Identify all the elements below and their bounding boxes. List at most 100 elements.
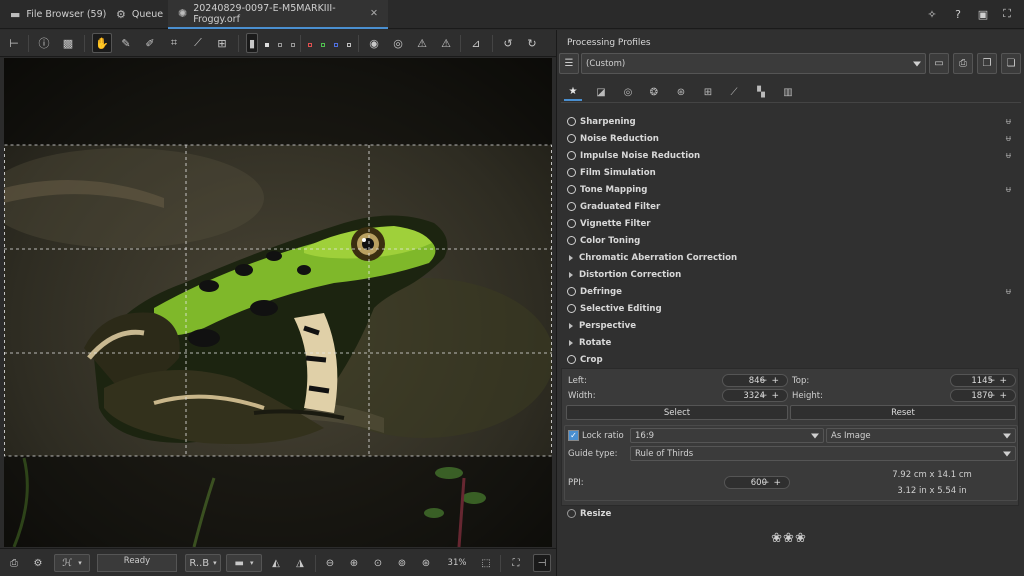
orientation-select[interactable]: As Image [826,428,1016,443]
tool-perspective[interactable]: Perspective [561,317,1019,334]
preview-rgb-dot[interactable] [265,43,269,47]
tool-rotate[interactable]: Rotate [561,334,1019,351]
crop-select-button[interactable]: Select [566,405,788,420]
power-icon[interactable] [567,355,576,364]
fullscreen-preview-icon[interactable]: ◉ [364,33,384,53]
external-editor-button[interactable]: ℋ ▾ [54,554,90,572]
zoom-100-icon[interactable]: ⊙ [370,554,386,572]
preview-mode-icon[interactable]: ▮ [246,33,258,53]
zoom-out-icon[interactable]: ⊖ [322,554,338,572]
stepper-icon[interactable]: −+ [760,391,783,401]
expand-icon[interactable] [569,254,573,261]
tab-metadata-icon[interactable]: ▥ [779,83,797,101]
tab-detail-icon[interactable]: ◎ [619,83,637,101]
copy-profile-icon[interactable]: ❐ [977,53,997,74]
tool-color-toning[interactable]: Color Toning [561,232,1019,249]
tab-advanced-icon[interactable]: ⊛ [672,83,690,101]
queue-image-icon[interactable]: ⚙ [30,554,46,572]
zoom-in-icon[interactable]: ⊕ [346,554,362,572]
flip-horizontal-icon[interactable]: ◭ [268,554,284,572]
tab-color-icon[interactable]: ❂ [645,83,663,101]
perspective-icon[interactable]: ⊞ [212,33,232,53]
color-picker-icon[interactable]: ✐ [140,33,160,53]
power-icon[interactable] [567,134,576,143]
power-icon[interactable] [567,219,576,228]
save-image-icon[interactable]: ⎙ [6,554,22,572]
preview-green-dot[interactable] [321,43,325,47]
histogram-icon[interactable]: ⊿ [466,33,486,53]
preview-focus-dot[interactable] [291,43,295,47]
crop-reset-button[interactable]: Reset [790,405,1016,420]
reset-icon[interactable]: Ʉ [1006,135,1011,143]
power-icon[interactable] [567,151,576,160]
channel-select[interactable]: R..B ▾ [185,554,221,572]
reset-icon[interactable]: Ʉ [1006,118,1011,126]
tab-raw-icon[interactable]: ⟋ [725,83,743,101]
fullscreen-toggle-icon[interactable]: ⛶ [508,554,524,572]
before-after-icon[interactable]: ▩ [58,33,78,53]
reset-icon[interactable]: Ʉ [1006,186,1011,194]
power-icon[interactable] [567,509,576,518]
lock-ratio-checkbox[interactable]: ✓ [568,430,579,441]
tool-impulse-noise-reduction[interactable]: Impulse Noise Reduction Ʉ [561,147,1019,164]
tab-locallab-icon[interactable]: ▚ [752,83,770,101]
tab-queue[interactable]: ⚙ Queue [106,0,173,29]
tool-film-simulation[interactable]: Film Simulation [561,164,1019,181]
load-profile-icon[interactable]: ▭ [929,53,949,74]
ratio-select[interactable]: 16:9 [630,428,824,443]
tab-editor[interactable]: ✺ 20240829-0097-E-M5MARKIII-Froggy.orf ✕ [168,0,388,29]
preferences-icon[interactable]: ▣ [975,6,991,22]
hand-tool-icon[interactable]: ✋ [92,33,112,53]
white-balance-picker-icon[interactable]: ✎ [116,33,136,53]
tab-file-browser[interactable]: ▬ File Browser (59) [0,0,116,29]
fullscreen-icon[interactable]: ⛶ [999,6,1015,22]
reset-icon[interactable]: Ʉ [1006,288,1011,296]
tab-favorites-icon[interactable]: ★ [564,83,582,101]
help-icon[interactable]: ? [950,6,966,22]
tab-exposure-icon[interactable]: ◪ [592,83,610,101]
tool-distortion-correction[interactable]: Distortion Correction [561,266,1019,283]
stepper-icon[interactable]: −+ [988,391,1011,401]
preview-red-dot[interactable] [308,43,312,47]
tool-resize[interactable]: Resize [561,505,1019,522]
crop-left-input[interactable]: 846 −+ [722,374,788,387]
power-icon[interactable] [567,117,576,126]
expand-icon[interactable] [569,339,573,346]
save-profile-icon[interactable]: ⎙ [953,53,973,74]
power-icon[interactable] [567,287,576,296]
profile-select[interactable]: (Custom) [581,53,926,74]
straighten-icon[interactable]: ⟋ [188,33,208,53]
tool-vignette-filter[interactable]: Vignette Filter [561,215,1019,232]
tool-graduated-filter[interactable]: Graduated Filter [561,198,1019,215]
rotate-right-icon[interactable]: ↻ [522,33,542,53]
shadows-warning-icon[interactable]: ⚠ [412,33,432,53]
history-toggle-icon[interactable]: ⊢ [4,33,24,53]
tool-selective-editing[interactable]: Selective Editing [561,300,1019,317]
tool-crop[interactable]: Crop [561,351,1019,368]
tab-transform-icon[interactable]: ⊞ [699,83,717,101]
tool-noise-reduction[interactable]: Noise Reduction Ʉ [561,130,1019,147]
new-detail-window-icon[interactable]: ⬚ [478,554,494,572]
paste-profile-icon[interactable]: ❏ [1001,53,1021,74]
tool-defringe[interactable]: Defringe Ʉ [561,283,1019,300]
close-tab-icon[interactable]: ✕ [370,8,378,19]
stepper-icon[interactable]: −+ [988,376,1011,386]
guide-type-select[interactable]: Rule of Thirds [630,446,1016,461]
power-icon[interactable] [567,236,576,245]
navigation-select[interactable]: ▬ ▾ [226,554,262,572]
ppi-input[interactable]: 600 −+ [724,476,790,489]
magic-wand-icon[interactable]: ✧ [924,6,940,22]
tool-tone-mapping[interactable]: Tone Mapping Ʉ [561,181,1019,198]
zoom-fit-crop-icon[interactable]: ⊛ [418,554,434,572]
power-icon[interactable] [567,202,576,211]
highlights-warning-icon[interactable]: ⚠ [436,33,456,53]
stepper-icon[interactable]: −+ [762,478,785,488]
power-icon[interactable] [567,168,576,177]
panel-toggle-icon[interactable]: ⊣ [533,554,551,572]
stepper-icon[interactable]: −+ [760,376,783,386]
flip-vertical-icon[interactable]: ◮ [292,554,308,572]
power-icon[interactable] [567,304,576,313]
preview-lum-dot[interactable] [347,43,351,47]
crop-tool-icon[interactable]: ⌗ [164,33,184,53]
info-icon[interactable]: ⓘ [34,33,54,53]
